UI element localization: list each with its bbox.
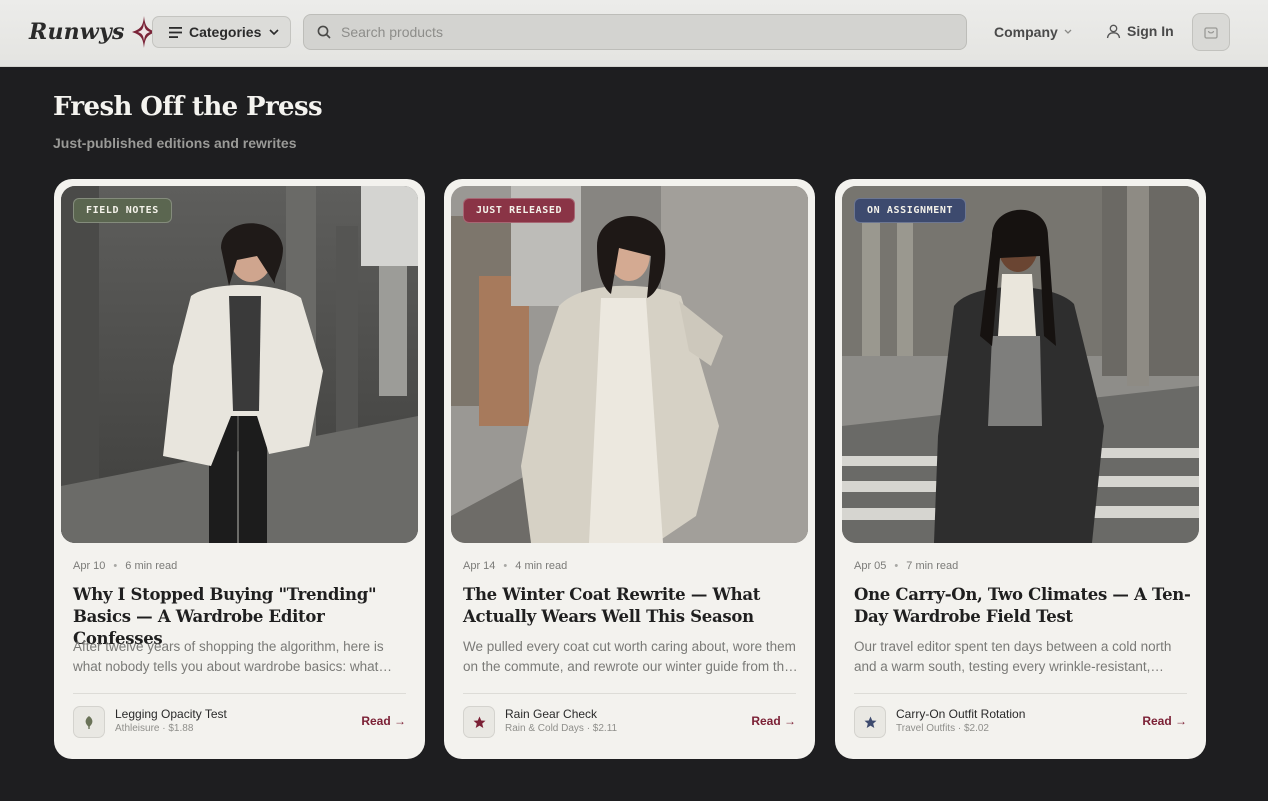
article-excerpt: After twelve years of shopping the algor… xyxy=(73,639,384,674)
article-title[interactable]: One Carry-On, Two Climates — A Ten-Day W… xyxy=(854,584,1194,628)
article-date: Apr 14 xyxy=(463,560,496,572)
article-card[interactable]: FIELD NOTES Apr 10 • 6 min read Why I St… xyxy=(54,179,425,759)
product-category-price: Rain & Cold Days · $2.11 xyxy=(505,723,618,734)
brand-logo[interactable]: Runwys xyxy=(29,15,157,49)
product-name[interactable]: Legging Opacity Test xyxy=(115,707,227,721)
shopping-bag-icon xyxy=(1204,27,1218,39)
article-photo-editor-white-jacket xyxy=(61,186,418,543)
read-link[interactable]: Read → xyxy=(751,714,796,728)
card-divider xyxy=(463,693,796,694)
product-category-price: Travel Outfits · $2.02 xyxy=(896,723,989,734)
article-badge: ON ASSIGNMENT xyxy=(854,198,967,223)
leaf-icon xyxy=(85,716,93,729)
article-card[interactable]: JUST RELEASED Apr 14 • 4 min read The Wi… xyxy=(444,179,815,759)
product-thumb[interactable] xyxy=(854,706,886,738)
search-input[interactable] xyxy=(341,24,941,40)
sign-in-link[interactable]: Sign In xyxy=(1106,21,1174,41)
card-divider xyxy=(73,693,406,694)
product-thumb[interactable] xyxy=(463,706,495,738)
article-image: ON ASSIGNMENT xyxy=(842,186,1199,543)
article-title[interactable]: The Winter Coat Rewrite — What Actually … xyxy=(463,584,803,628)
meta-separator: • xyxy=(503,560,508,572)
categories-label: Categories xyxy=(189,24,262,40)
article-meta: Apr 05 • 7 min read xyxy=(854,560,958,572)
product-thumb[interactable] xyxy=(73,706,105,738)
search-bar[interactable] xyxy=(303,14,967,50)
article-excerpt: We pulled every coat cut worth caring ab… xyxy=(463,639,796,674)
article-meta: Apr 10 • 6 min read xyxy=(73,560,177,572)
user-icon xyxy=(1106,24,1121,38)
article-image: FIELD NOTES xyxy=(61,186,418,543)
product-name[interactable]: Rain Gear Check xyxy=(505,707,597,721)
section-title: Fresh Off the Press xyxy=(53,92,323,122)
article-meta: Apr 14 • 4 min read xyxy=(463,560,567,572)
article-date: Apr 05 xyxy=(854,560,887,572)
product-category-price: Athleisure · $1.88 xyxy=(115,723,194,734)
chevron-down-icon xyxy=(269,28,279,35)
article-card[interactable]: ON ASSIGNMENT Apr 05 • 7 min read One Ca… xyxy=(835,179,1206,759)
categories-button[interactable]: Categories xyxy=(152,16,291,48)
read-link[interactable]: Read → xyxy=(361,714,406,728)
cart-button[interactable] xyxy=(1192,13,1230,51)
article-image: JUST RELEASED xyxy=(451,186,808,543)
article-badge: FIELD NOTES xyxy=(73,198,172,223)
article-read-time: 7 min read xyxy=(906,560,959,572)
menu-icon xyxy=(169,26,182,38)
company-menu[interactable]: Company xyxy=(994,22,1072,42)
chevron-down-icon xyxy=(1064,29,1072,34)
card-divider xyxy=(854,693,1187,694)
search-icon xyxy=(317,25,331,39)
company-label: Company xyxy=(994,24,1058,40)
brand-logo-text: Runwys xyxy=(29,19,125,45)
article-read-time: 4 min read xyxy=(515,560,568,572)
article-read-time: 6 min read xyxy=(125,560,178,572)
meta-separator: • xyxy=(113,560,118,572)
article-excerpt: Our travel editor spent ten days between… xyxy=(854,639,1172,674)
star-icon xyxy=(473,716,485,728)
article-photo-winter-coat xyxy=(451,186,808,543)
sign-in-label: Sign In xyxy=(1127,23,1174,39)
article-date: Apr 10 xyxy=(73,560,106,572)
read-link[interactable]: Read → xyxy=(1142,714,1187,728)
meta-separator: • xyxy=(894,560,899,572)
top-nav-bar: Runwys Categories Company xyxy=(0,0,1268,67)
article-photo-travel-coat xyxy=(842,186,1199,543)
article-badge: JUST RELEASED xyxy=(463,198,576,223)
product-name[interactable]: Carry-On Outfit Rotation xyxy=(896,707,1025,721)
section-subtitle: Just-published editions and rewrites xyxy=(53,135,297,151)
star-icon xyxy=(864,716,876,728)
